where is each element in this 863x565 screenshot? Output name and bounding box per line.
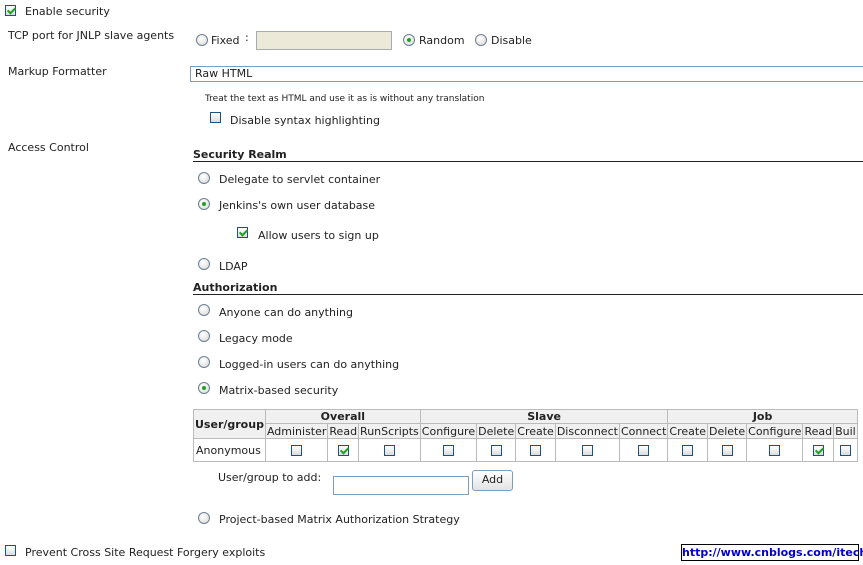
matrix-checkbox-slave-disconnect[interactable]	[581, 445, 593, 456]
markup-formatter-label: Markup Formatter	[8, 65, 107, 78]
security-realm-divider	[193, 161, 863, 162]
allow-signup-checkbox[interactable]	[237, 227, 248, 238]
matrix-checkbox-slave-connect[interactable]	[638, 445, 650, 456]
matrix-group-overall: Overall	[264, 409, 421, 424]
matrix-checkbox-slave-create[interactable]	[530, 445, 542, 456]
matrix-checkbox-job-create[interactable]	[682, 445, 694, 456]
auth-label-logged-in: Logged-in users can do anything	[219, 358, 400, 371]
matrix-checkbox-job-read[interactable]	[812, 445, 824, 456]
matrix-checkbox-job-delete[interactable]	[721, 445, 733, 456]
perm-job-read: Read	[802, 423, 835, 439]
matrix-user-anonymous: Anonymous	[193, 438, 266, 462]
auth-label-project-matrix: Project-based Matrix Authorization Strat…	[219, 513, 460, 526]
markup-description: Treat the text as HTML and use it as is …	[205, 94, 485, 104]
tcp-random-label: Random	[419, 34, 465, 47]
matrix-group-job: Job	[667, 409, 858, 424]
perm-job-configure: Configure	[746, 423, 804, 439]
markup-formatter-select[interactable]: Raw HTML	[190, 66, 863, 82]
realm-label-servlet: Delegate to servlet container	[219, 173, 381, 186]
matrix-checkbox-overall-runscripts[interactable]	[383, 445, 395, 456]
disable-syntax-checkbox[interactable]	[210, 112, 221, 123]
auth-radio-matrix[interactable]	[198, 382, 210, 394]
security-realm-title: Security Realm	[193, 148, 287, 161]
permission-matrix-table: User/group Overall Slave Job Administer …	[193, 409, 858, 462]
tcp-port-label: TCP port for JNLP slave agents	[8, 29, 175, 42]
matrix-permission-row: Administer Read RunScripts Configure Del…	[194, 423, 858, 439]
tcp-fixed-port-input[interactable]	[256, 31, 392, 50]
user-group-add-input[interactable]	[333, 476, 469, 495]
matrix-user-group-header: User/group	[193, 409, 266, 439]
matrix-checkbox-overall-read[interactable]	[337, 445, 349, 456]
realm-radio-servlet[interactable]	[198, 172, 210, 184]
perm-job-delete: Delete	[706, 423, 748, 439]
tcp-fixed-radio[interactable]	[196, 34, 208, 46]
perm-overall-runscripts: RunScripts	[358, 423, 421, 439]
perm-slave-create: Create	[515, 423, 556, 439]
add-user-button[interactable]: Add	[472, 470, 513, 491]
auth-label-legacy: Legacy mode	[219, 332, 293, 345]
perm-slave-configure: Configure	[419, 423, 478, 439]
perm-job-build: Buil	[833, 423, 858, 439]
authorization-title: Authorization	[193, 281, 278, 294]
perm-overall-administer: Administer	[264, 423, 329, 439]
tcp-disable-radio[interactable]	[475, 34, 487, 46]
tcp-fixed-label: Fixed	[211, 34, 240, 47]
perm-overall-read: Read	[327, 423, 360, 439]
perm-slave-delete: Delete	[476, 423, 517, 439]
enable-security-checkbox[interactable]	[5, 5, 16, 16]
matrix-checkbox-job-build[interactable]	[839, 445, 851, 456]
authorization-divider	[193, 294, 863, 295]
enable-security-label: Enable security	[25, 5, 110, 18]
auth-radio-anyone[interactable]	[198, 304, 210, 316]
tcp-fixed-colon: :	[245, 31, 249, 44]
markup-formatter-value: Raw HTML	[195, 67, 253, 80]
watermark-link: http://www.cnblogs.com/itech	[681, 544, 863, 561]
allow-signup-label: Allow users to sign up	[258, 229, 379, 242]
perm-job-create: Create	[667, 423, 708, 439]
realm-label-jenkins-db: Jenkins's own user database	[219, 199, 376, 212]
auth-radio-logged-in[interactable]	[198, 356, 210, 368]
user-group-add-label: User/group to add:	[218, 471, 322, 484]
matrix-checkbox-overall-administer[interactable]	[291, 445, 303, 456]
matrix-checkbox-job-configure[interactable]	[769, 445, 781, 456]
auth-label-anyone: Anyone can do anything	[219, 306, 353, 319]
tcp-random-radio[interactable]	[403, 34, 415, 46]
realm-radio-ldap[interactable]	[198, 258, 210, 270]
tcp-disable-label: Disable	[491, 34, 532, 47]
csrf-label: Prevent Cross Site Request Forgery explo…	[25, 546, 266, 559]
access-control-label: Access Control	[8, 141, 89, 154]
auth-label-matrix: Matrix-based security	[219, 384, 339, 397]
auth-radio-legacy[interactable]	[198, 330, 210, 342]
csrf-checkbox[interactable]	[5, 545, 16, 556]
disable-syntax-label: Disable syntax highlighting	[230, 114, 380, 127]
realm-label-ldap: LDAP	[219, 260, 248, 273]
table-row: Anonymous	[193, 438, 858, 462]
matrix-checkbox-slave-configure[interactable]	[442, 445, 454, 456]
matrix-checkbox-slave-delete[interactable]	[490, 445, 502, 456]
perm-slave-connect: Connect	[618, 423, 669, 439]
matrix-group-slave: Slave	[419, 409, 669, 424]
auth-radio-project-matrix[interactable]	[198, 512, 210, 524]
realm-radio-jenkins-db[interactable]	[198, 198, 210, 210]
perm-slave-disconnect: Disconnect	[554, 423, 620, 439]
matrix-group-row: User/group Overall Slave Job	[193, 409, 858, 439]
